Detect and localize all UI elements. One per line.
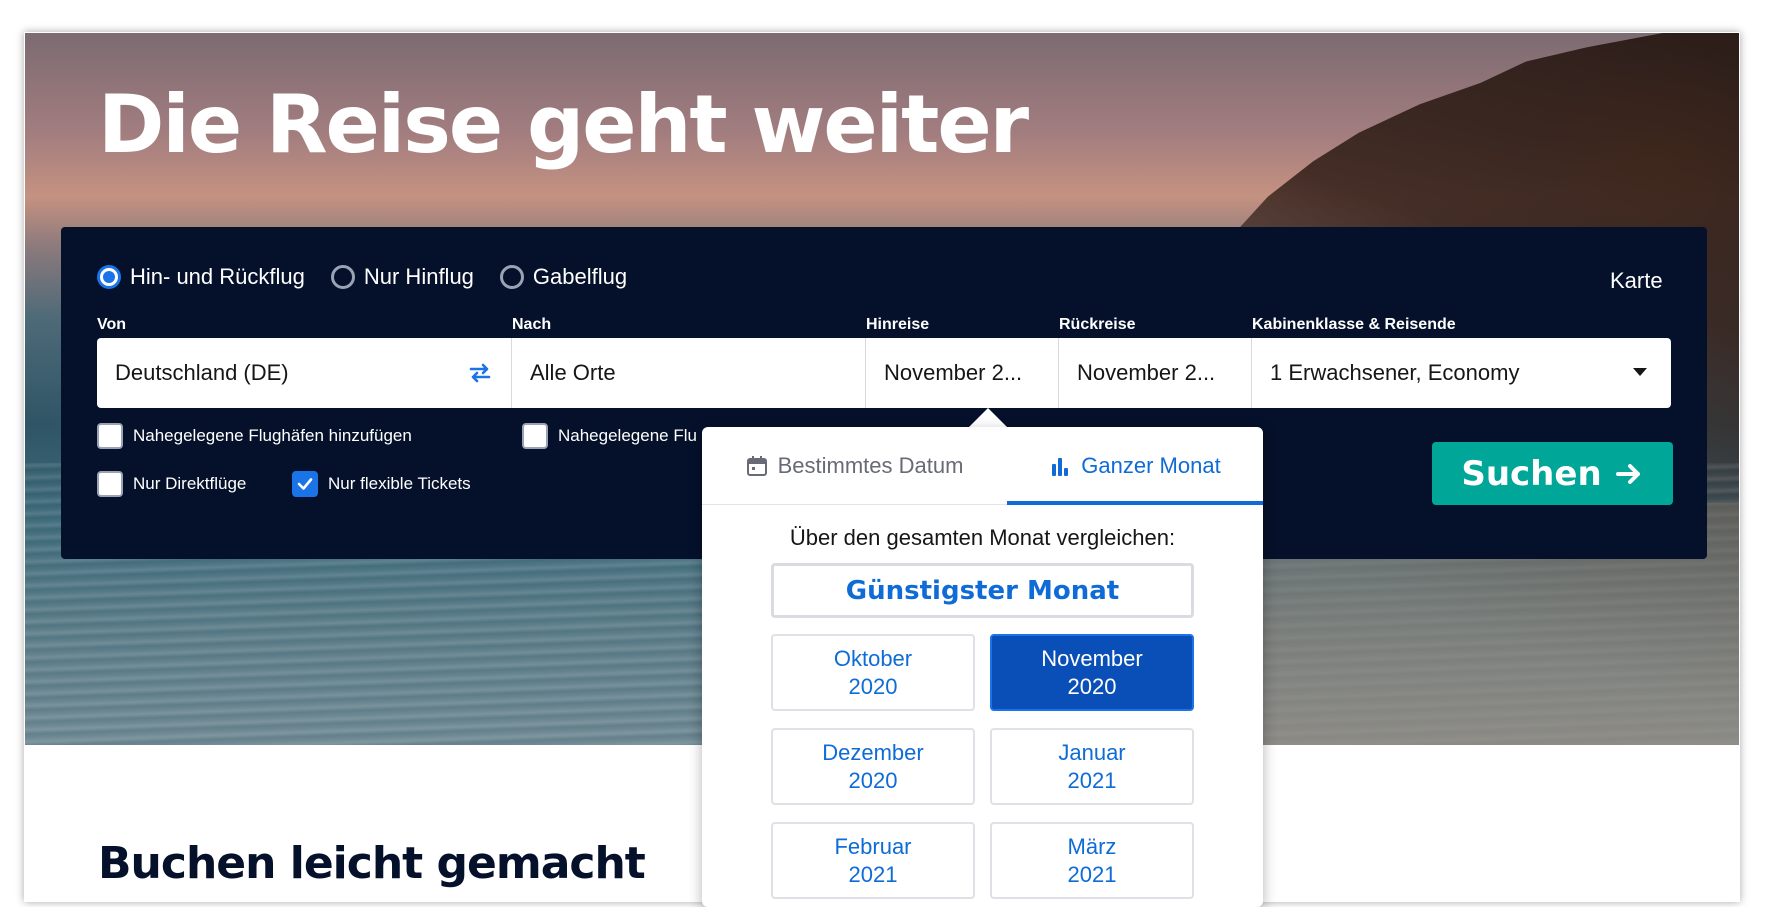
section-title: Buchen leicht gemacht (98, 838, 646, 889)
month-name: Oktober (833, 645, 913, 671)
cabin-travellers-field[interactable]: 1 Erwachsener, Economy (1252, 338, 1671, 408)
month-option[interactable]: Februar 2021 (771, 822, 975, 899)
tab-specific-date[interactable]: Bestimmtes Datum (702, 427, 1007, 504)
trip-type-oneway[interactable]: Nur Hinflug (330, 264, 474, 290)
swap-arrows-icon[interactable] (467, 360, 493, 386)
cabin-label: Kabinenklasse & Reisende (1252, 316, 1456, 333)
checkbox-checked-icon (292, 471, 318, 497)
month-year: 2021 (1067, 861, 1117, 887)
checkbox-unchecked-icon (97, 423, 123, 449)
flexible-tickets-checkbox[interactable]: Nur flexible Tickets (292, 471, 471, 497)
tab-whole-month-label: Ganzer Monat (1081, 452, 1221, 478)
map-link[interactable]: Karte (1610, 268, 1663, 294)
tab-specific-date-label: Bestimmtes Datum (777, 452, 964, 478)
depart-value: November 2... (884, 360, 1023, 385)
cheapest-month-button[interactable]: Günstigster Monat (771, 563, 1194, 618)
month-option[interactable]: Januar 2021 (990, 728, 1194, 805)
month-name: März (1067, 833, 1117, 859)
radio-unselected-icon (499, 265, 524, 289)
month-year: 2021 (1067, 767, 1117, 793)
month-name: November (1041, 645, 1143, 671)
checkbox-unchecked-icon (522, 423, 548, 449)
from-label: Von (97, 316, 127, 333)
nearby-airports-to-label: Nahegelegene Flu (558, 426, 697, 445)
nearby-airports-from-label: Nahegelegene Flughäfen hinzufügen (133, 426, 412, 445)
radio-selected-icon (97, 265, 121, 289)
trip-type-group: Hin- und Rückflug Nur Hinflug Gabelflug (97, 264, 627, 290)
nearby-airports-from-checkbox[interactable]: Nahegelegene Flughäfen hinzufügen (97, 423, 412, 449)
calendar-icon (746, 455, 767, 476)
chevron-down-icon (1633, 368, 1647, 376)
month-year: 2020 (848, 767, 898, 793)
to-value: Alle Orte (530, 360, 616, 385)
to-field[interactable]: Alle Orte (512, 338, 866, 408)
nearby-airports-to-checkbox[interactable]: Nahegelegene Flu (522, 423, 697, 449)
hero-headline: Die Reise geht weiter (98, 78, 1029, 171)
search-fields: Deutschland (DE) Alle Orte November 2...… (97, 338, 1671, 408)
bar-chart-icon (1052, 457, 1069, 476)
month-option[interactable]: Oktober 2020 (771, 634, 975, 711)
radio-unselected-icon (330, 265, 355, 289)
month-year: 2020 (1067, 673, 1117, 699)
month-year: 2020 (848, 673, 898, 699)
flexible-tickets-label: Nur flexible Tickets (328, 474, 471, 493)
trip-type-oneway-label: Nur Hinflug (363, 264, 474, 289)
return-label: Rückreise (1059, 316, 1136, 333)
checkbox-unchecked-icon (97, 471, 123, 497)
direct-flights-label: Nur Direktflüge (133, 474, 247, 493)
month-option[interactable]: Dezember 2020 (771, 728, 975, 805)
from-value: Deutschland (DE) (115, 360, 289, 385)
trip-type-roundtrip-label: Hin- und Rückflug (130, 264, 305, 289)
month-year: 2021 (848, 861, 898, 887)
from-field[interactable]: Deutschland (DE) (97, 338, 512, 408)
month-option[interactable]: März 2021 (990, 822, 1194, 899)
date-mode-tabs: Bestimmtes Datum Ganzer Monat (702, 427, 1263, 505)
cabin-value: 1 Erwachsener, Economy (1270, 360, 1520, 385)
direct-flights-checkbox[interactable]: Nur Direktflüge (97, 471, 246, 497)
checkmark-icon (297, 478, 313, 490)
return-date-field[interactable]: November 2... (1059, 338, 1252, 408)
month-name: Februar (834, 833, 912, 859)
compare-month-text: Über den gesamten Monat vergleichen: (789, 525, 1176, 550)
to-label: Nach (512, 316, 552, 333)
month-name: Dezember (822, 739, 924, 765)
search-button-label: Suchen (1461, 453, 1602, 494)
tab-whole-month[interactable]: Ganzer Monat (1007, 427, 1263, 505)
month-name: Januar (1058, 739, 1126, 765)
depart-date-field[interactable]: November 2... (866, 338, 1059, 408)
month-option-selected[interactable]: November 2020 (990, 634, 1194, 711)
return-value: November 2... (1077, 360, 1216, 385)
popup-pointer (968, 408, 1008, 428)
trip-type-multicity-label: Gabelflug (532, 264, 628, 289)
depart-label: Hinreise (866, 316, 930, 333)
trip-type-multicity[interactable]: Gabelflug (499, 264, 628, 290)
arrow-right-icon (1615, 463, 1640, 484)
trip-type-roundtrip[interactable]: Hin- und Rückflug (97, 264, 305, 290)
search-button[interactable]: Suchen (1432, 442, 1673, 505)
date-picker-popup: Bestimmtes Datum Ganzer Monat Über den g… (702, 427, 1263, 907)
